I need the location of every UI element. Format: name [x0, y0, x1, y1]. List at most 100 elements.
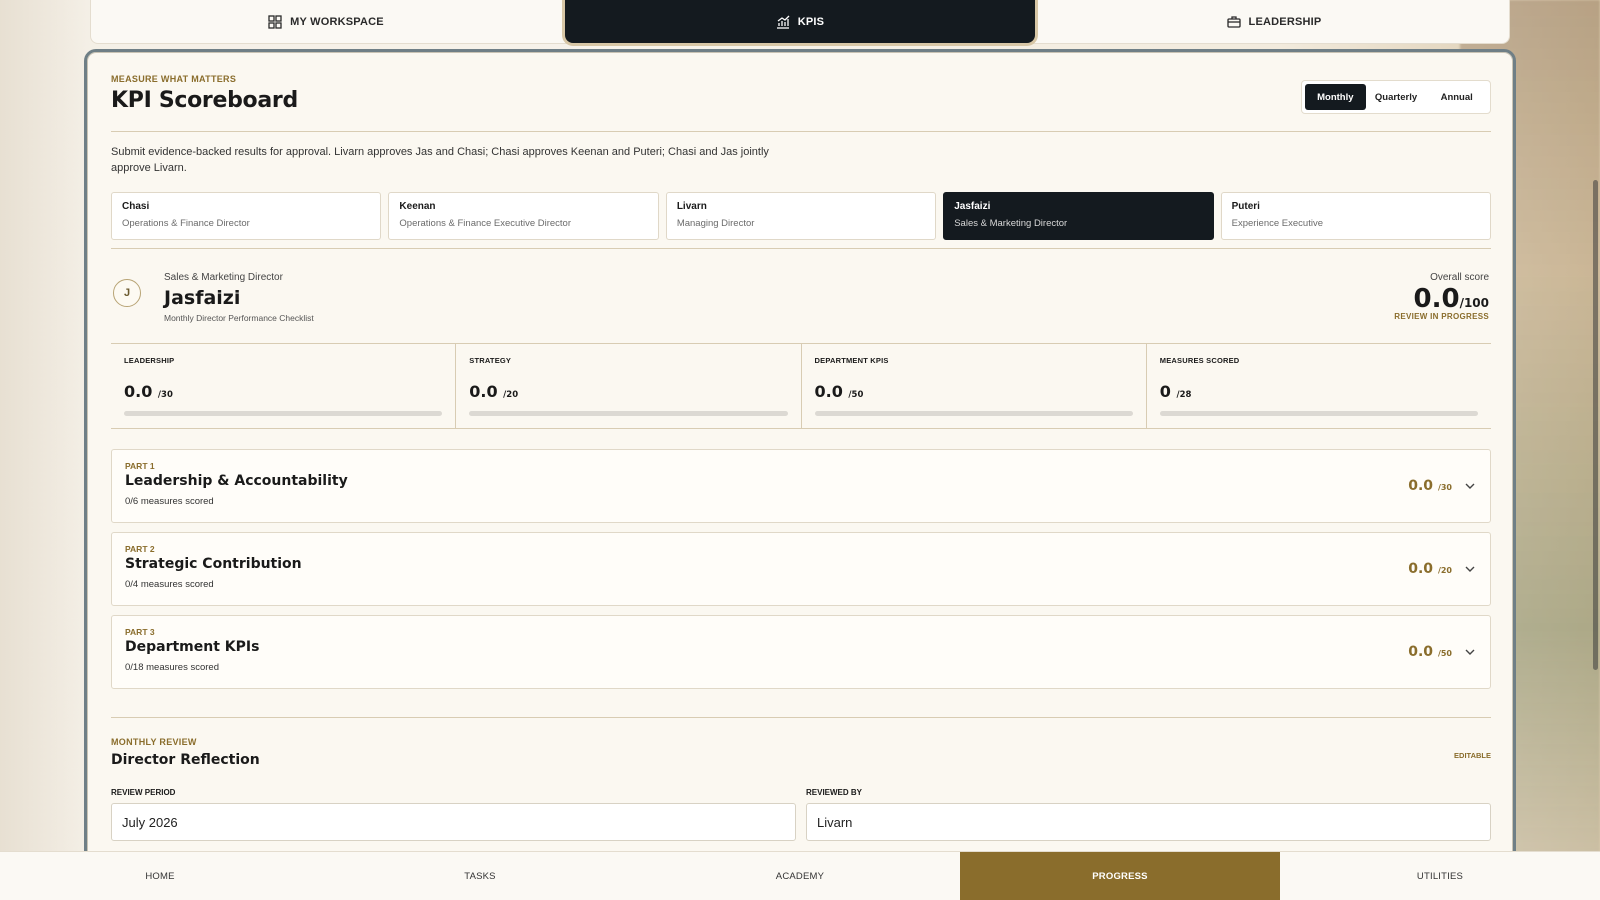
director-name: Livarn: [676, 201, 707, 212]
director-selector: Chasi Operations & Finance Director Keen…: [111, 192, 1492, 240]
profile-name: Jasfaizi: [164, 287, 241, 309]
kpi-panel: MEASURE WHAT MATTERS KPI Scoreboard Mont…: [84, 49, 1516, 900]
period-annual-button[interactable]: Annual: [1426, 84, 1487, 110]
metric-value: 0.0 /30: [124, 382, 173, 401]
metric-measures-scored: MEASURES SCORED 0 /28: [1145, 344, 1491, 428]
director-role: Operations & Finance Executive Director: [399, 218, 572, 229]
avatar: J: [113, 279, 141, 307]
nav-academy[interactable]: ACADEMY: [640, 852, 960, 900]
tab-label: KPIS: [797, 15, 825, 28]
director-role: Managing Director: [676, 218, 755, 229]
review-fields: REVIEW PERIOD REVIEWED BY: [111, 788, 1491, 841]
part-number: PART 2: [125, 544, 155, 554]
part-title: Leadership & Accountability: [125, 473, 348, 489]
metric-progress-bar: [814, 411, 1133, 416]
overall-score-denominator: /100: [1459, 296, 1489, 310]
metric-progress-bar: [1159, 411, 1478, 416]
director-card-jasfaizi[interactable]: Jasfaizi Sales & Marketing Director: [943, 192, 1214, 240]
chevron-down-icon[interactable]: [1464, 563, 1476, 575]
reviewed-by-field: REVIEWED BY: [806, 788, 1491, 841]
period-toggle: Monthly Quarterly Annual: [1301, 80, 1491, 114]
part-number: PART 1: [125, 461, 155, 471]
metric-value: 0.0 /50: [814, 382, 864, 401]
metric-value: 0 /28: [1159, 382, 1192, 401]
tab-leadership[interactable]: LEADERSHIP: [1039, 0, 1509, 43]
metric-label: MEASURES SCORED: [1159, 356, 1240, 365]
overall-score: 0.0/100: [1414, 284, 1490, 314]
part-department-kpis[interactable]: PART 3 Department KPIs 0/18 measures sco…: [111, 615, 1491, 689]
divider: [111, 131, 1491, 132]
part-score: 0.0 /50: [1408, 644, 1452, 660]
part-score: 0.0 /30: [1408, 478, 1452, 494]
period-quarterly-button[interactable]: Quarterly: [1366, 84, 1427, 110]
status-badge: REVIEW IN PROGRESS: [1394, 312, 1489, 321]
tab-kpis[interactable]: KPIS: [565, 0, 1035, 43]
director-name: Jasfaizi: [954, 201, 991, 212]
overall-score-value: 0.0: [1413, 284, 1460, 314]
director-profile: J Sales & Marketing Director Jasfaizi Mo…: [111, 267, 1491, 337]
divider: [111, 717, 1491, 718]
director-role: Experience Executive: [1231, 218, 1323, 229]
bottom-nav: HOME TASKS ACADEMY PROGRESS UTILITIES: [0, 851, 1600, 900]
part-measure-count: 0/6 measures scored: [125, 496, 214, 507]
director-card-keenan[interactable]: Keenan Operations & Finance Executive Di…: [388, 192, 659, 240]
page-title: KPI Scoreboard: [111, 88, 298, 113]
chevron-down-icon[interactable]: [1464, 480, 1476, 492]
divider: [111, 248, 1491, 249]
overall-score-label: Overall score: [1430, 272, 1489, 283]
part-measure-count: 0/4 measures scored: [125, 579, 214, 590]
metric-leadership: LEADERSHIP 0.0 /30: [111, 344, 455, 428]
background-left: [0, 0, 90, 900]
review-eyebrow: MONTHLY REVIEW: [111, 737, 197, 747]
director-name: Chasi: [122, 201, 150, 212]
score-metrics: LEADERSHIP 0.0 /30 STRATEGY 0.0 /20 DEPA…: [111, 343, 1491, 429]
part-number: PART 3: [125, 627, 155, 637]
director-name: Keenan: [399, 201, 436, 212]
director-card-chasi[interactable]: Chasi Operations & Finance Director: [111, 192, 382, 240]
part-leadership-accountability[interactable]: PART 1 Leadership & Accountability 0/6 m…: [111, 449, 1491, 523]
tab-label: MY WORKSPACE: [290, 15, 384, 28]
director-name: Puteri: [1231, 201, 1260, 212]
metric-value: 0.0 /20: [469, 382, 519, 401]
metric-strategy: STRATEGY 0.0 /20: [455, 344, 800, 428]
header: MEASURE WHAT MATTERS KPI Scoreboard Mont…: [111, 74, 1491, 134]
director-card-livarn[interactable]: Livarn Managing Director: [665, 192, 937, 240]
top-tabs: MY WORKSPACE KPIS LEADERSHIP: [90, 0, 1510, 44]
nav-home[interactable]: HOME: [0, 852, 320, 900]
profile-role: Sales & Marketing Director: [164, 272, 283, 283]
field-label: REVIEW PERIOD: [111, 788, 176, 797]
director-role: Sales & Marketing Director: [954, 218, 1068, 229]
metric-label: DEPARTMENT KPIS: [814, 356, 889, 365]
part-title: Strategic Contribution: [125, 556, 302, 572]
review-period-input[interactable]: [111, 803, 796, 841]
period-monthly-button[interactable]: Monthly: [1305, 84, 1366, 110]
metric-department-kpis: DEPARTMENT KPIS 0.0 /50: [800, 344, 1146, 428]
tab-my-workspace[interactable]: MY WORKSPACE: [91, 0, 561, 43]
chevron-down-icon[interactable]: [1464, 646, 1476, 658]
field-label: REVIEWED BY: [806, 788, 863, 797]
nav-utilities[interactable]: UTILITIES: [1280, 852, 1600, 900]
reviewed-by-input[interactable]: [806, 803, 1491, 841]
director-card-puteri[interactable]: Puteri Experience Executive: [1220, 192, 1492, 240]
kpi-parts: PART 1 Leadership & Accountability 0/6 m…: [111, 449, 1491, 698]
metric-progress-bar: [469, 411, 788, 416]
nav-progress[interactable]: PROGRESS: [960, 852, 1280, 900]
briefcase-icon: [1226, 15, 1241, 28]
monthly-review: MONTHLY REVIEW Director Reflection EDITA…: [111, 737, 1491, 841]
nav-tasks[interactable]: TASKS: [320, 852, 640, 900]
review-title: Director Reflection: [111, 752, 260, 768]
review-period-field: REVIEW PERIOD: [111, 788, 796, 841]
profile-checklist: Monthly Director Performance Checklist: [164, 313, 314, 323]
page-scrollbar[interactable]: [1593, 180, 1598, 670]
part-score: 0.0 /20: [1408, 561, 1452, 577]
grid-icon: [268, 14, 282, 29]
chart-icon: [776, 15, 790, 29]
part-title: Department KPIs: [125, 639, 260, 655]
metric-label: STRATEGY: [469, 356, 512, 365]
part-strategic-contribution[interactable]: PART 2 Strategic Contribution 0/4 measur…: [111, 532, 1491, 606]
editable-badge: EDITABLE: [1454, 751, 1491, 760]
approval-description: Submit evidence-backed results for appro…: [111, 146, 769, 174]
part-measure-count: 0/18 measures scored: [125, 662, 219, 673]
director-role: Operations & Finance Director: [122, 218, 250, 229]
metric-label: LEADERSHIP: [124, 356, 175, 365]
